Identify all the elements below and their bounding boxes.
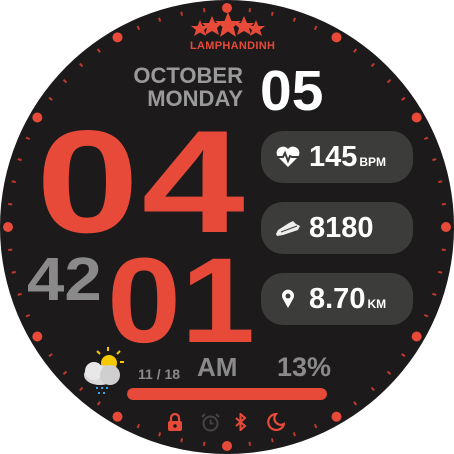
minute-tick [158, 17, 162, 22]
minute-tick [292, 432, 296, 437]
hour-marker [222, 441, 232, 451]
stars-logo-icon [191, 12, 265, 37]
minute-tick [353, 48, 358, 53]
heart-rate-unit: BPM [359, 155, 387, 169]
minute-tick [62, 370, 68, 375]
minute-tick [423, 313, 429, 318]
minute-tick [370, 386, 375, 392]
minute-tick [25, 313, 31, 318]
seconds: 42 [27, 245, 102, 313]
minute-tick [96, 401, 101, 406]
minute-tick [313, 25, 318, 31]
partly-cloudy-rain-icon [80, 345, 128, 402]
bluetooth-icon[interactable] [235, 411, 247, 436]
minute-tick [292, 17, 296, 22]
minute-tick [370, 62, 375, 68]
hour-marker [3, 222, 13, 232]
hour-marker [411, 331, 422, 342]
distance-value: 8.70 [309, 282, 366, 315]
hour-marker [441, 222, 451, 232]
battery-percent: 13% [277, 352, 332, 382]
minute-tick [25, 136, 31, 141]
heart-rate-complication[interactable]: 145 BPM [261, 131, 413, 183]
alarm-icon[interactable] [201, 413, 220, 437]
distance-complication[interactable]: 8.70 KM [261, 273, 413, 325]
date-month: OCTOBER [133, 63, 243, 88]
minute-tick [96, 48, 101, 53]
shoe-icon [275, 215, 301, 241]
battery-bar [127, 388, 327, 400]
minute-tick [386, 79, 392, 84]
minute-tick [17, 158, 22, 162]
minute-tick [48, 353, 53, 358]
hour-marker [112, 411, 123, 422]
minute-tick [17, 292, 22, 296]
minute-tick [180, 438, 184, 443]
hour-marker [331, 32, 342, 43]
minute-tick [438, 270, 443, 274]
hour-marker [32, 331, 43, 342]
steps-value: 8180 [309, 211, 374, 244]
hour-marker [331, 411, 342, 422]
distance-unit: KM [367, 297, 387, 311]
am-pm: AM [197, 352, 238, 382]
hour-marker [112, 32, 123, 43]
minute-tick [386, 370, 392, 375]
minute-tick [401, 353, 406, 358]
date-day: 05 [260, 59, 324, 123]
location-pin-icon [275, 286, 301, 312]
minute-tick [423, 136, 429, 141]
minute: 01 [107, 232, 256, 368]
minute-tick [438, 180, 443, 184]
minute-tick [270, 11, 274, 16]
minute-tick [11, 270, 16, 274]
battery-bar-fill [127, 388, 327, 400]
brand-name: LAMPHANDINH [190, 40, 276, 52]
moon-icon[interactable] [267, 412, 286, 436]
minute-tick [432, 158, 437, 162]
minute-tick [62, 79, 68, 84]
minute-tick [270, 438, 274, 443]
minute-tick [180, 11, 184, 16]
minute-tick [401, 96, 406, 101]
minute-tick [432, 292, 437, 296]
lock-icon[interactable] [167, 412, 183, 436]
steps-complication[interactable]: 8180 [261, 202, 413, 254]
minute-tick [353, 401, 358, 406]
watch-face: LAMPHANDINH OCTOBER MONDAY 05 04 42 01 1… [0, 0, 454, 454]
minute-tick [158, 432, 162, 437]
temp-range: 11 / 18 [138, 366, 181, 382]
minute-tick [136, 25, 141, 31]
minute-tick [79, 62, 84, 68]
minute-tick [136, 423, 141, 429]
heart-rate-icon [275, 144, 301, 170]
hour-marker [411, 112, 422, 123]
minute-tick [313, 423, 318, 429]
brand-logo: LAMPHANDINH [190, 12, 275, 52]
minute-tick [11, 180, 16, 184]
heart-rate-value: 145 [309, 140, 358, 173]
